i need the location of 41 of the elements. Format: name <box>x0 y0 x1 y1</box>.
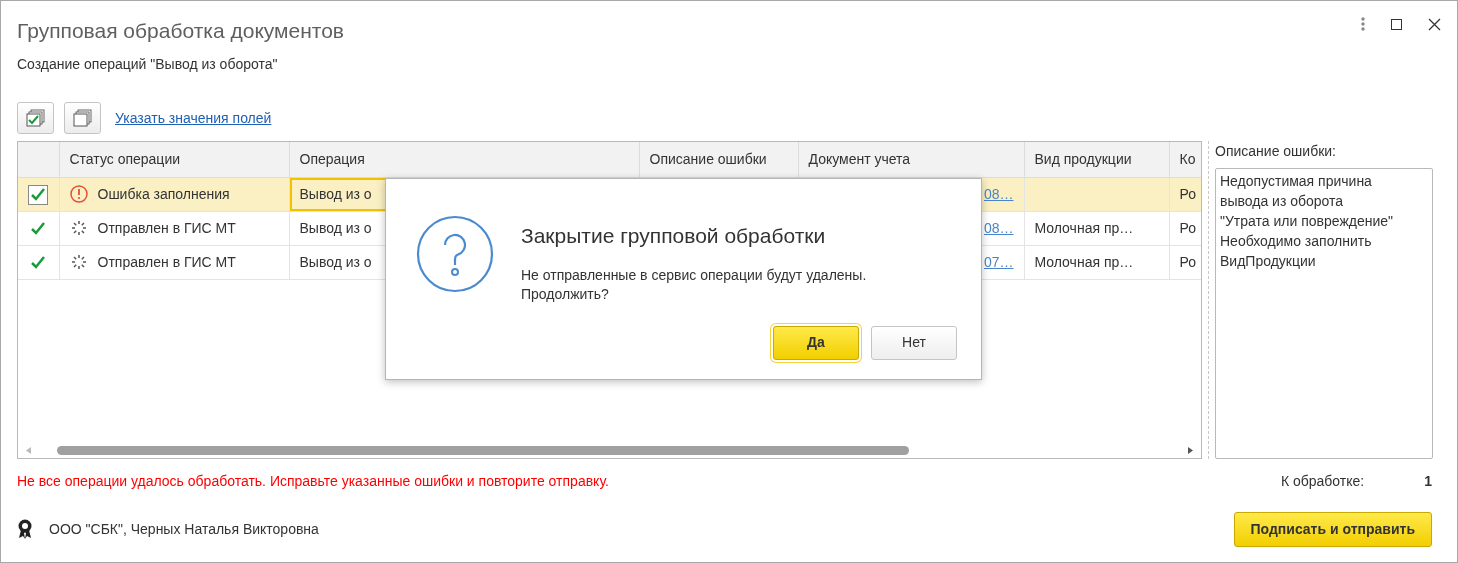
status-text: Ошибка заполнения <box>97 185 230 202</box>
document-link[interactable]: 08… <box>983 219 1014 236</box>
dialog-button[interactable]: Нет <box>871 325 957 360</box>
user-name: ООО "СБК", Черных Наталья Викторовна <box>49 519 320 539</box>
column-header[interactable]: Описание ошибки <box>639 142 798 177</box>
certificate-icon <box>17 519 33 539</box>
scroll-left-icon[interactable] <box>26 446 31 454</box>
pages-icon <box>72 109 93 127</box>
question-icon <box>416 215 494 293</box>
dialog-button[interactable]: Да <box>773 325 859 360</box>
table-cell: Молочная пр… <box>1024 211 1169 245</box>
sign-and-send-button[interactable]: Подписать и отправить <box>1233 511 1432 547</box>
set-field-values-link[interactable]: Указать значения полей <box>115 107 272 129</box>
status-text: Отправлен в ГИС МТ <box>97 219 236 236</box>
checked-pages-icon <box>25 109 46 127</box>
more-icon[interactable] <box>1361 17 1365 31</box>
table-cell: Молочная пр… <box>1024 245 1169 279</box>
spinner-icon <box>69 252 88 271</box>
error-message: Не все операции удалось обработать. Исправьте указанные ошибки и повторите отправку. <box>17 472 610 491</box>
document-link[interactable]: 07… <box>983 253 1014 270</box>
column-header[interactable]: Документ учета <box>798 142 1024 177</box>
error-description-field[interactable]: Недопустимая причина вывода из оборота "Утрата или повреждение" Необходимо заполнить ВидПродукции <box>1215 168 1433 459</box>
document-link[interactable]: 08… <box>983 185 1014 202</box>
form-subtitle: Создание операций "Вывод из оборота" <box>16 55 279 74</box>
check-all-button[interactable] <box>17 102 54 134</box>
error-icon <box>69 184 88 203</box>
close-icon[interactable] <box>1428 17 1441 31</box>
column-header[interactable]: Вид продукции <box>1024 142 1169 177</box>
column-header[interactable]: Статус операции <box>59 142 289 177</box>
uncheck-all-button[interactable] <box>64 102 101 134</box>
window-title: Групповая обработка документов <box>17 18 344 44</box>
column-header[interactable]: Ко <box>1169 142 1201 177</box>
counter-value: 1 <box>1424 472 1432 491</box>
column-header[interactable]: Операция <box>289 142 639 177</box>
spinner-icon <box>69 218 88 237</box>
scroll-right-icon[interactable] <box>1188 446 1193 454</box>
counter-label: К обработке: <box>1280 472 1365 491</box>
maximize-icon[interactable] <box>1391 18 1402 30</box>
field-label: Описание ошибки: <box>1215 142 1337 161</box>
checkbox[interactable] <box>28 184 49 205</box>
status-text: Отправлен в ГИС МТ <box>97 253 236 270</box>
